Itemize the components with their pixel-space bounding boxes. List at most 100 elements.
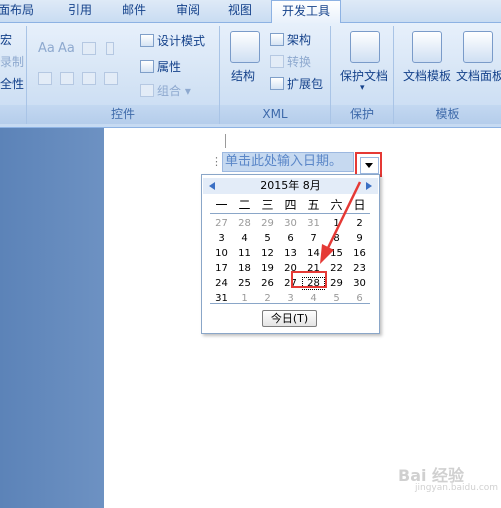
tab-mailings[interactable]: 邮件: [122, 0, 146, 22]
weekday-label: 四: [284, 198, 297, 212]
calendar-day[interactable]: 29: [256, 217, 279, 230]
calendar-header: 2015年 8月: [203, 178, 378, 194]
calendar-day[interactable]: 30: [279, 217, 302, 230]
dropdown-arrow-icon: [360, 157, 379, 174]
tab-review[interactable]: 审阅: [176, 0, 200, 22]
group-button[interactable]: 组合 ▾: [140, 82, 191, 99]
margin-mark: [225, 134, 226, 148]
chevron-down-icon[interactable]: ▾: [360, 83, 365, 93]
calendar-day[interactable]: 25: [233, 277, 256, 290]
calendar-day[interactable]: 10: [210, 247, 233, 260]
aa-icon: Aa: [58, 41, 75, 56]
calendar-day[interactable]: 4: [233, 232, 256, 245]
tab-page-layout[interactable]: 面布局: [0, 0, 34, 22]
protect-document-button[interactable]: 保护文档: [340, 67, 388, 84]
calendar-day[interactable]: 7: [302, 232, 325, 245]
protect-document-icon[interactable]: [350, 31, 380, 63]
calendar-day[interactable]: 9: [348, 232, 371, 245]
content-control-handle-icon[interactable]: ⋮: [211, 154, 222, 170]
calendar-day[interactable]: 14: [302, 247, 325, 260]
weekday-label: 一: [215, 198, 228, 212]
ribbon-tabs: 面布局 引用 邮件 审阅 视图 开发工具: [0, 0, 501, 23]
calendar-month-title[interactable]: 2015年 8月: [243, 178, 338, 194]
calendar-day[interactable]: 23: [348, 262, 371, 275]
rich-text-control-button[interactable]: Aa: [38, 41, 55, 56]
today-button[interactable]: 今日(T): [262, 310, 317, 327]
weekday-label: 五: [307, 198, 320, 212]
design-mode-button[interactable]: 设计模式: [140, 32, 205, 49]
tab-developer[interactable]: 开发工具: [271, 0, 342, 23]
document-panel-icon[interactable]: [463, 31, 493, 63]
document-template-button[interactable]: 文档模板: [403, 67, 451, 84]
next-month-icon[interactable]: [366, 182, 372, 190]
selected-day-highlight: [291, 271, 327, 288]
calendar-day[interactable]: 30: [348, 277, 371, 290]
calendar-day[interactable]: 16: [348, 247, 371, 260]
calendar-day[interactable]: 1: [325, 217, 348, 230]
transform-icon: [270, 55, 284, 68]
schema-button[interactable]: 架构: [270, 31, 311, 48]
record-label[interactable]: 录制: [0, 53, 24, 70]
calendar-day[interactable]: 3: [210, 232, 233, 245]
building-block-icon[interactable]: [106, 42, 114, 55]
combo-box-icon[interactable]: [38, 72, 52, 85]
calendar-day[interactable]: 24: [210, 277, 233, 290]
security-label[interactable]: 全性: [0, 75, 24, 92]
controls-group-label: 控件: [27, 105, 219, 124]
picture-control-icon[interactable]: [82, 42, 96, 55]
date-content-control[interactable]: 单击此处输入日期。: [222, 152, 354, 172]
schema-icon: [270, 33, 284, 46]
structure-icon[interactable]: [230, 31, 260, 63]
calendar-day[interactable]: 22: [325, 262, 348, 275]
structure-button[interactable]: 结构: [231, 67, 255, 84]
calendar-day[interactable]: 5: [256, 232, 279, 245]
calendar-day[interactable]: 15: [325, 247, 348, 260]
weekday-header-row: 一 二 三 四 五 六 日: [210, 197, 370, 214]
calendar-day[interactable]: 26: [256, 277, 279, 290]
weekday-label: 六: [330, 198, 343, 212]
calendar-divider: [210, 303, 370, 304]
ribbon-panel: 宏 录制 全性 Aa Aa 设计模式 属性 组合 ▾ 控件 结构 架构 转换 扩…: [0, 23, 501, 128]
chevron-down-icon: ▾: [181, 84, 191, 98]
calendar-day[interactable]: 28: [233, 217, 256, 230]
calendar-day[interactable]: 27: [210, 217, 233, 230]
calendar-day[interactable]: 12: [256, 247, 279, 260]
schema-label: 架构: [287, 33, 312, 47]
properties-icon: [140, 60, 154, 73]
weekday-label: 三: [261, 198, 274, 212]
design-mode-label: 设计模式: [157, 34, 206, 48]
protect-group-label: 保护: [331, 105, 393, 124]
code-group-label: [0, 105, 26, 124]
previous-month-icon[interactable]: [209, 182, 215, 190]
date-picker-icon[interactable]: [82, 72, 96, 85]
calendar-day[interactable]: 19: [256, 262, 279, 275]
document-template-icon[interactable]: [412, 31, 442, 63]
properties-button[interactable]: 属性: [140, 58, 181, 75]
expansion-pack-button[interactable]: 扩展包: [270, 75, 323, 92]
dropdown-list-icon[interactable]: [60, 72, 74, 85]
expansion-pack-icon: [270, 77, 284, 90]
document-panel-button[interactable]: 文档面板: [456, 67, 501, 84]
legacy-tools-icon[interactable]: [104, 72, 118, 85]
transform-button[interactable]: 转换: [270, 53, 311, 70]
calendar-day[interactable]: 31: [302, 217, 325, 230]
transform-label: 转换: [287, 55, 312, 69]
aa-icon: Aa: [38, 41, 55, 56]
weekday-label: 日: [353, 198, 366, 212]
calendar-day[interactable]: 13: [279, 247, 302, 260]
text-control-button[interactable]: Aa: [58, 41, 75, 56]
group-icon: [140, 84, 154, 97]
calendar-day[interactable]: 11: [233, 247, 256, 260]
calendar-day[interactable]: 6: [279, 232, 302, 245]
calendar-day[interactable]: 17: [210, 262, 233, 275]
baidu-watermark-url: jingyan.baidu.com: [415, 483, 499, 493]
calendar-day[interactable]: 29: [325, 277, 348, 290]
xml-group-label: XML: [220, 105, 330, 124]
tab-references[interactable]: 引用: [68, 0, 92, 22]
macro-label[interactable]: 宏: [0, 31, 12, 48]
tab-view[interactable]: 视图: [228, 0, 252, 22]
group-label: 组合: [157, 84, 182, 98]
calendar-day[interactable]: 18: [233, 262, 256, 275]
calendar-day[interactable]: 2: [348, 217, 371, 230]
calendar-day[interactable]: 8: [325, 232, 348, 245]
